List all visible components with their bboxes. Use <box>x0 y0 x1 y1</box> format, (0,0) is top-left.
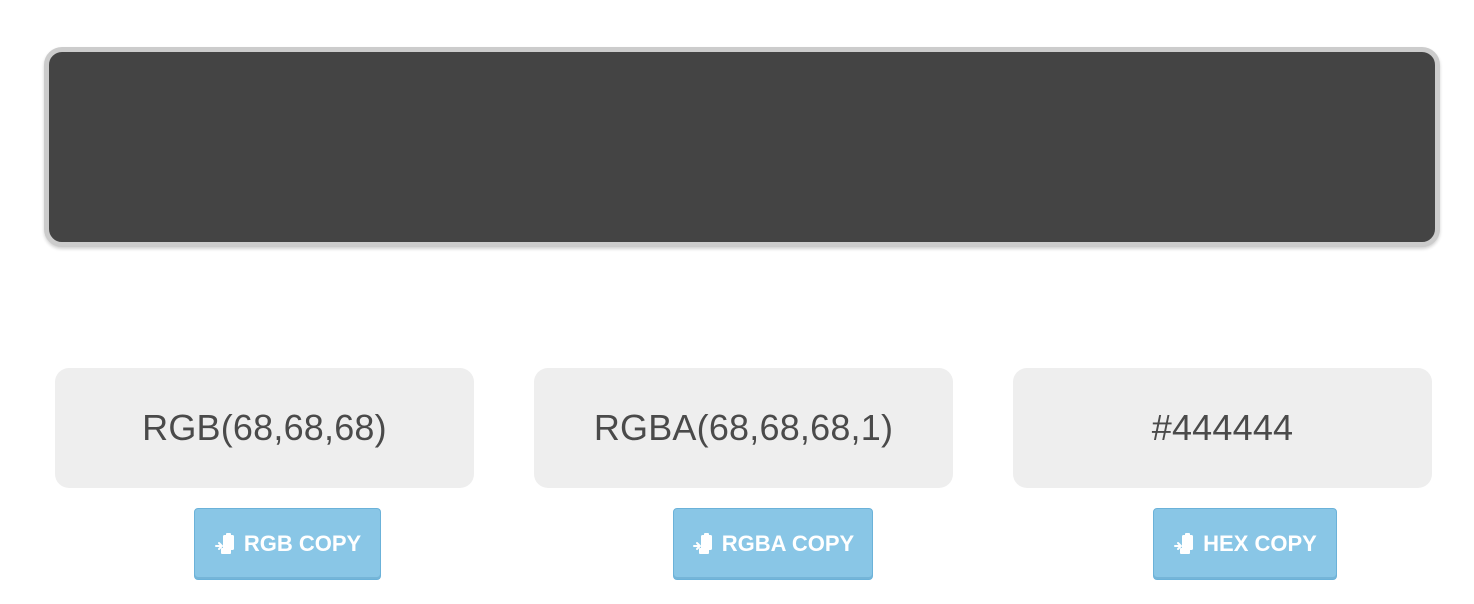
color-viewer: RGB(68,68,68) RGBA(68,68,68,1) #444444 R… <box>0 0 1474 604</box>
rgba-value-text: RGBA(68,68,68,1) <box>593 407 894 448</box>
paste-clipboard-icon <box>692 532 716 556</box>
rgba-copy-label: RGBA COPY <box>721 531 855 556</box>
rgba-copy-button[interactable]: RGBA COPY <box>673 508 873 580</box>
rgba-value-box: RGBA(68,68,68,1) <box>534 368 953 488</box>
paste-clipboard-icon <box>1173 532 1197 556</box>
rgb-copy-label: RGB COPY <box>243 531 362 556</box>
rgb-value-box: RGB(68,68,68) <box>55 368 474 488</box>
hex-copy-label: HEX COPY <box>1203 531 1317 556</box>
color-swatch <box>44 47 1440 247</box>
rgb-value-text: RGB(68,68,68) <box>142 407 387 448</box>
rgb-copy-button[interactable]: RGB COPY <box>194 508 381 580</box>
hex-copy-button[interactable]: HEX COPY <box>1153 508 1337 580</box>
paste-clipboard-icon <box>214 532 238 556</box>
hex-value-box: #444444 <box>1013 368 1432 488</box>
hex-value-text: #444444 <box>1151 407 1294 448</box>
